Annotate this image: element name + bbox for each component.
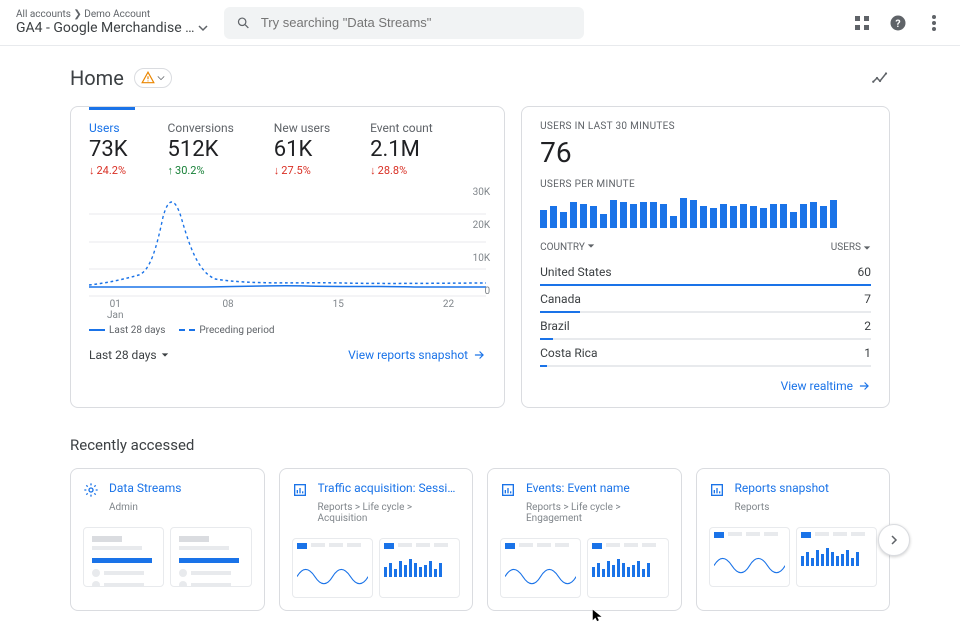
recent-card-title: Reports snapshot <box>735 481 829 495</box>
metric-users[interactable]: Users 73K ↓24.2% <box>89 121 128 177</box>
chart-legend: Last 28 days Preceding period <box>89 325 486 336</box>
insights-icon[interactable] <box>870 68 890 88</box>
account-selector[interactable]: All accounts ❯ Demo Account GA4 - Google… <box>16 9 216 36</box>
realtime-users-label: USERS IN LAST 30 MINUTES <box>540 121 871 132</box>
warning-icon <box>141 71 155 85</box>
chevron-down-icon <box>863 244 871 252</box>
view-realtime-link[interactable]: View realtime <box>781 379 871 393</box>
search-icon <box>236 15 251 31</box>
recent-card-subtitle: Reports > Life cycle > Engagement <box>526 502 669 524</box>
users-column-header[interactable]: USERS <box>831 242 871 253</box>
country-row: Brazil2 <box>540 313 871 335</box>
country-row: Costa Rica1 <box>540 340 871 362</box>
page-header: Home <box>70 66 890 90</box>
chevron-down-icon <box>157 74 165 82</box>
chevron-right-icon <box>889 535 899 545</box>
line-chart: 30K 20K 10K 0 01Jan 08 15 22 <box>89 187 486 317</box>
metric-new-users[interactable]: New users 61K ↓27.5% <box>274 121 330 177</box>
report-icon <box>709 482 725 498</box>
arrow-right-icon <box>857 379 871 393</box>
grid-icon[interactable] <box>852 13 872 33</box>
report-icon <box>500 482 516 498</box>
realtime-card: USERS IN LAST 30 MINUTES 76 USERS PER MI… <box>521 106 890 408</box>
chevron-down-icon <box>198 23 208 33</box>
account-name[interactable]: GA4 - Google Merchandise … <box>16 20 216 36</box>
recent-card-subtitle: Reports > Life cycle > Acquisition <box>318 502 461 524</box>
warning-badge[interactable] <box>134 68 172 88</box>
topbar: All accounts ❯ Demo Account GA4 - Google… <box>0 0 960 46</box>
chevron-down-icon <box>587 242 595 250</box>
metric-conversions[interactable]: Conversions 512K ↑30.2% <box>168 121 234 177</box>
scroll-right-button[interactable] <box>878 524 910 556</box>
page-title: Home <box>70 66 124 90</box>
recently-accessed-row: Data Streams Admin Traffic acquisition: Se… <box>70 468 890 611</box>
realtime-bar-chart <box>540 196 871 228</box>
date-range-selector[interactable]: Last 28 days <box>89 348 169 362</box>
realtime-users-value: 76 <box>540 136 871 169</box>
realtime-per-minute-label: USERS PER MINUTE <box>540 179 871 190</box>
more-icon[interactable] <box>924 13 944 33</box>
chevron-down-icon <box>161 351 169 359</box>
recent-card[interactable]: Traffic acquisition: Session defa… Report… <box>279 468 474 611</box>
recently-accessed-title: Recently accessed <box>70 436 890 454</box>
recent-card-title: Traffic acquisition: Session defa… <box>318 481 461 495</box>
search-bar[interactable] <box>224 7 584 39</box>
country-row: Canada7 <box>540 286 871 308</box>
recent-card[interactable]: Reports snapshot Reports <box>696 468 891 611</box>
country-row: United States60 <box>540 259 871 281</box>
recent-card[interactable]: Data Streams Admin <box>70 468 265 611</box>
recent-card-subtitle: Admin <box>109 502 252 513</box>
svg-text:?: ? <box>895 16 900 29</box>
search-input[interactable] <box>261 15 572 30</box>
overview-card: Users 73K ↓24.2% Conversions 512K ↑30.2%… <box>70 106 505 408</box>
gear-icon <box>83 482 99 498</box>
recent-card[interactable]: Events: Event name Reports > Life cycle >… <box>487 468 682 611</box>
country-column-header[interactable]: COUNTRY <box>540 242 595 253</box>
breadcrumb: All accounts ❯ Demo Account <box>16 9 216 20</box>
recent-card-title: Events: Event name <box>526 481 630 495</box>
help-icon[interactable]: ? <box>888 13 908 33</box>
metric-event-count[interactable]: Event count 2.1M ↓28.8% <box>370 121 433 177</box>
view-reports-snapshot-link[interactable]: View reports snapshot <box>348 348 486 362</box>
report-icon <box>292 482 308 498</box>
recent-card-title: Data Streams <box>109 481 181 495</box>
arrow-right-icon <box>472 348 486 362</box>
recent-card-subtitle: Reports <box>735 502 878 513</box>
